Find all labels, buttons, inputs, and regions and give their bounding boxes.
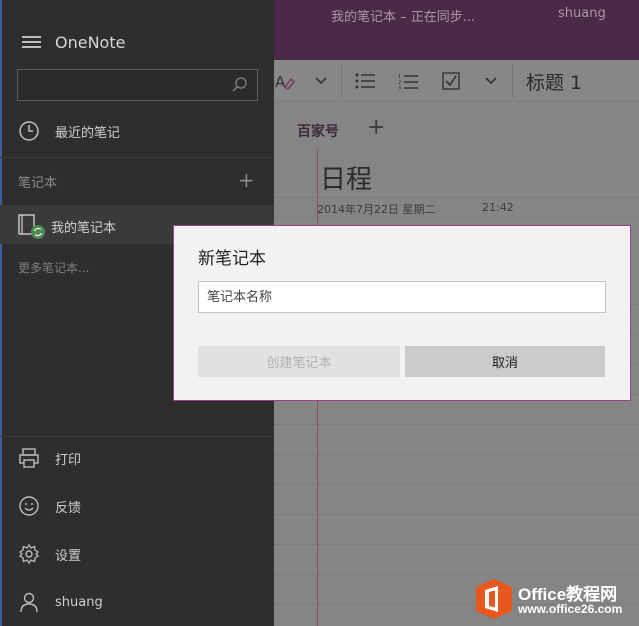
watermark-url: www.office26.com <box>518 602 623 616</box>
svg-text:3: 3 <box>398 86 401 90</box>
add-notebook-button[interactable]: + <box>238 168 255 192</box>
create-notebook-button[interactable]: 创建笔记本 <box>198 346 400 377</box>
smiley-icon <box>19 496 39 516</box>
nav-item-settings[interactable]: 设置 <box>0 534 274 574</box>
dialog-title: 新笔记本 <box>198 249 266 269</box>
printer-icon <box>19 448 39 468</box>
app-name: OneNote <box>55 33 126 52</box>
notebook-name-input[interactable] <box>198 281 606 313</box>
account-name[interactable]: shuang <box>558 6 606 21</box>
new-notebook-dialog: 新笔记本 创建笔记本 取消 <box>173 225 631 401</box>
clock-icon <box>19 121 39 141</box>
nav-item-label: 反馈 <box>55 500 82 516</box>
nav-item-label: 设置 <box>55 548 82 564</box>
gear-icon <box>18 543 40 565</box>
tag-chevron-down-icon[interactable] <box>482 67 500 95</box>
notebooks-group-label: 笔记本 <box>18 176 58 191</box>
window-title: 我的笔记本 – 正在同步... <box>331 10 476 25</box>
checkbox-tag-icon[interactable] <box>440 67 462 95</box>
page-title[interactable]: 日程 <box>320 159 372 196</box>
add-section-button[interactable]: + <box>367 115 385 140</box>
search-input[interactable] <box>17 69 258 101</box>
nav-item-recent-notes[interactable]: 最近的笔记 <box>0 111 274 151</box>
format-chevron-down-icon[interactable] <box>312 67 330 95</box>
window-edge <box>0 0 2 626</box>
ribbon-divider <box>512 64 513 98</box>
more-notebooks-link[interactable]: 更多笔记本... <box>18 259 89 276</box>
notebook-name: 我的笔记本 <box>51 221 117 236</box>
page-time: 21:42 <box>482 201 514 214</box>
numbered-list-icon[interactable]: 123 <box>397 67 419 95</box>
nav-item-feedback[interactable]: 反馈 <box>0 486 274 526</box>
clear-format-icon[interactable]: A <box>274 67 296 95</box>
nav-item-account[interactable]: shuang <box>0 582 274 622</box>
notebook-sync-icon <box>18 214 45 239</box>
heading-style-selector[interactable]: 标题 1 <box>526 67 596 95</box>
nav-item-print[interactable]: 打印 <box>0 438 274 478</box>
tab-section-active[interactable]: 百家号 <box>297 121 339 141</box>
cancel-button[interactable]: 取消 <box>405 346 605 377</box>
watermark: Office教程网 www.office26.com <box>474 578 634 620</box>
ribbon-divider <box>341 64 342 98</box>
person-icon <box>20 592 38 613</box>
hamburger-menu-icon[interactable] <box>22 36 41 49</box>
office-logo-icon <box>476 579 512 619</box>
bullet-list-icon[interactable] <box>354 67 376 95</box>
nav-header: OneNote <box>22 33 125 52</box>
nav-item-label: 最近的笔记 <box>55 125 121 141</box>
nav-item-label: shuang <box>55 594 103 610</box>
page-date: 2014年7月22日 星期二 <box>317 203 436 216</box>
nav-item-label: 打印 <box>55 452 82 468</box>
search-icon[interactable] <box>231 76 249 94</box>
